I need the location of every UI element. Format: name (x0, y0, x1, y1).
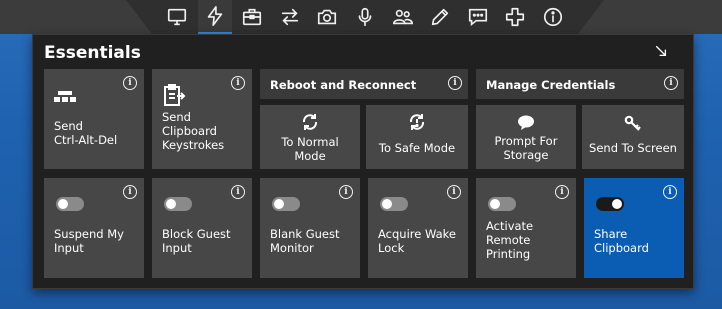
tile-label: Blank Guest Monitor (270, 227, 340, 255)
pencil-icon[interactable] (423, 0, 457, 34)
toggle-knob (166, 199, 176, 209)
info-icon[interactable]: i (123, 185, 137, 199)
speech-bubble-icon (476, 115, 576, 131)
info-button[interactable]: i (444, 69, 468, 93)
toggle-knob (274, 199, 284, 209)
top-toolbar (152, 0, 578, 34)
block-guest-input-tile[interactable]: i Block Guest Input (152, 178, 252, 278)
toggle-switch[interactable] (164, 197, 192, 211)
send-clipboard-keystrokes-tile[interactable]: i Send Clipboard Keystrokes (152, 69, 252, 169)
reboot-normal-mode-button[interactable]: To Normal Mode (260, 105, 360, 169)
reload-icon (260, 113, 360, 131)
essentials-panel: Essentials i Send Ctrl-Alt-Del i Send Cl… (32, 34, 694, 289)
tile-label: Block Guest Input (162, 227, 231, 255)
display-icon[interactable] (160, 0, 194, 34)
reboot-safe-mode-button[interactable]: To Safe Mode (366, 105, 468, 169)
panel-title: Essentials (44, 43, 141, 63)
group-title: Reboot and Reconnect (270, 78, 417, 92)
toggle-switch[interactable] (380, 197, 408, 211)
toolbar-edge-right (578, 0, 604, 34)
info-icon[interactable]: i (231, 76, 245, 90)
reload-safe-icon (366, 113, 468, 131)
chat-icon[interactable] (461, 0, 495, 34)
toggle-knob (382, 199, 392, 209)
reboot-and-reconnect-header: Reboot and Reconnect i (260, 69, 468, 99)
toggle-knob (490, 199, 500, 209)
toolbox-icon[interactable] (235, 0, 269, 34)
info-icon[interactable]: i (447, 185, 461, 199)
camera-icon[interactable] (310, 0, 344, 34)
button-label: Send To Screen (589, 141, 677, 155)
tile-label: Send Clipboard Keystrokes (162, 110, 225, 152)
toggle-switch[interactable] (596, 197, 624, 211)
activate-remote-printing-tile[interactable]: i Activate Remote Printing (476, 178, 576, 278)
info-icon[interactable]: i (123, 76, 137, 90)
toggle-switch[interactable] (56, 197, 84, 211)
group-title: Manage Credentials (486, 78, 616, 92)
tile-label: Share Clipboard (594, 227, 649, 255)
keyboard-keys-icon (54, 89, 76, 108)
info-icon[interactable]: i (663, 185, 677, 199)
tile-label: Send Ctrl-Alt-Del (54, 119, 118, 147)
info-icon[interactable]: i (664, 76, 678, 90)
info-icon[interactable] (536, 0, 570, 34)
toggle-switch[interactable] (488, 197, 516, 211)
tile-label: Activate Remote Printing (486, 219, 534, 261)
toggle-switch[interactable] (272, 197, 300, 211)
key-icon (582, 115, 684, 133)
info-icon[interactable]: i (448, 76, 462, 90)
plus-icon[interactable] (498, 0, 532, 34)
send-ctrl-alt-del-tile[interactable]: i Send Ctrl-Alt-Del (44, 69, 144, 169)
toggle-knob (58, 199, 68, 209)
microphone-icon[interactable] (348, 0, 382, 34)
blank-guest-monitor-tile[interactable]: i Blank Guest Monitor (260, 178, 360, 278)
manage-credentials-header: Manage Credentials i (476, 69, 684, 99)
lightning-icon[interactable] (197, 0, 232, 34)
toggle-knob (612, 199, 622, 209)
info-icon[interactable]: i (339, 185, 353, 199)
toolbar-edge-left (126, 0, 152, 34)
button-label: To Normal Mode (281, 135, 339, 163)
collapse-arrow-icon[interactable] (653, 43, 669, 59)
prompt-for-storage-button[interactable]: Prompt For Storage (476, 105, 576, 169)
info-icon[interactable]: i (231, 185, 245, 199)
transfer-arrows-icon[interactable] (273, 0, 307, 34)
tile-label: Acquire Wake Lock (378, 227, 456, 255)
info-button[interactable]: i (660, 69, 684, 93)
info-icon[interactable]: i (555, 185, 569, 199)
share-clipboard-tile[interactable]: i Share Clipboard (584, 178, 684, 278)
send-to-screen-button[interactable]: Send To Screen (582, 105, 684, 169)
users-icon[interactable] (386, 0, 420, 34)
acquire-wake-lock-tile[interactable]: i Acquire Wake Lock (368, 178, 468, 278)
clipboard-icon (162, 83, 186, 111)
suspend-my-input-tile[interactable]: i Suspend My Input (44, 178, 144, 278)
tile-label: Suspend My Input (54, 227, 124, 255)
button-label: To Safe Mode (378, 141, 456, 155)
button-label: Prompt For Storage (494, 134, 558, 162)
